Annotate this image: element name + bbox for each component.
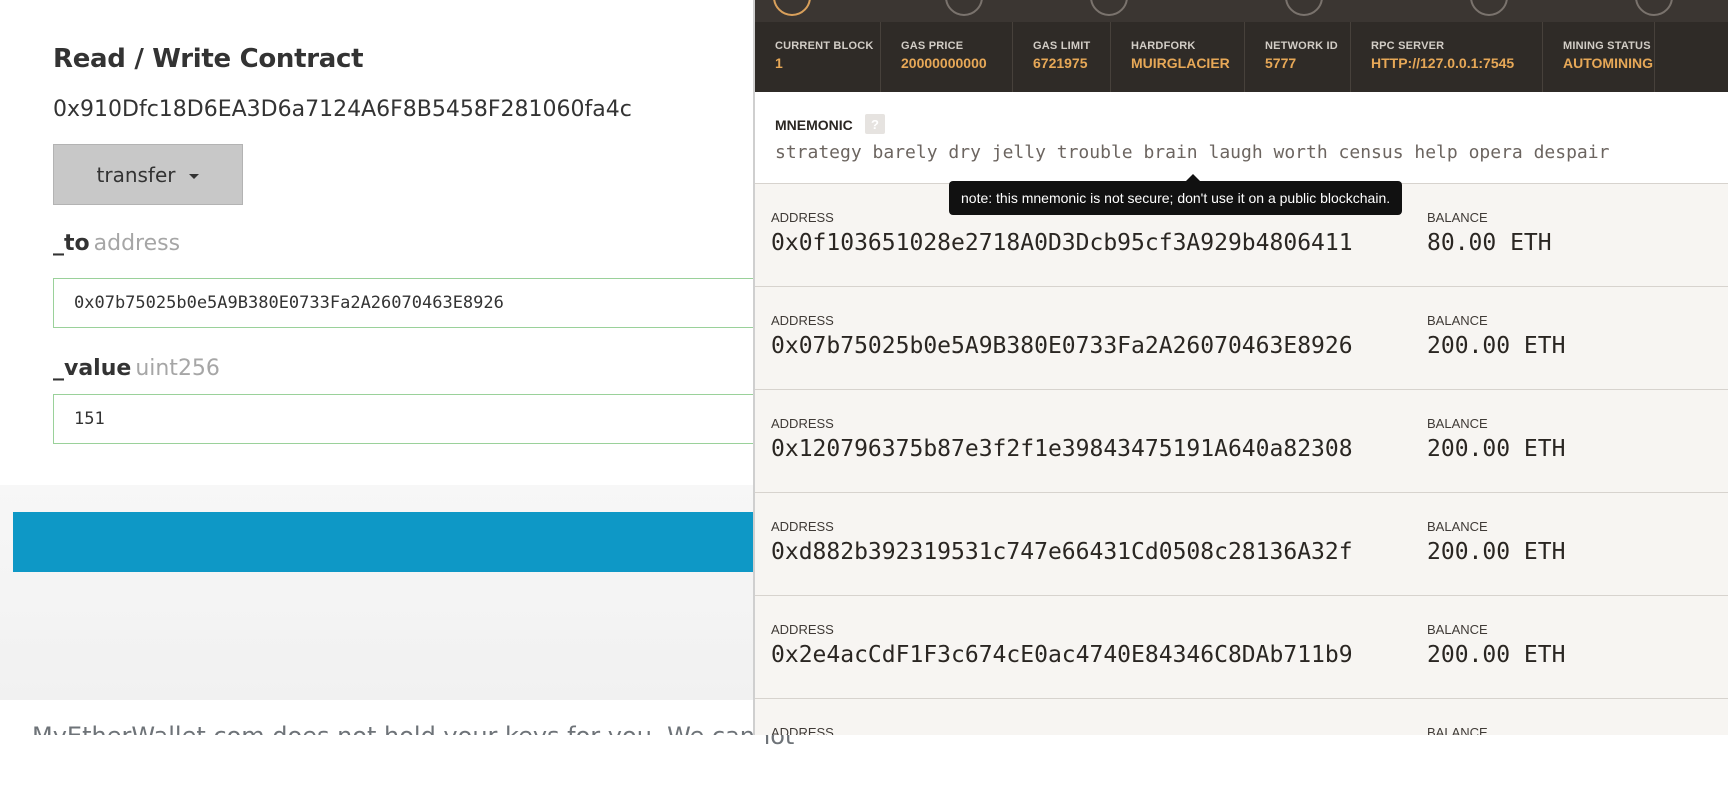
status-bar: CURRENT BLOCK 1 GAS PRICE 20000000000 GA… — [755, 22, 1728, 92]
account-row[interactable]: ADDRESS BALANCE 0x07b75025b0e5A9B380E073… — [755, 287, 1728, 390]
stat-network-id: NETWORK ID 5777 — [1245, 22, 1351, 92]
stat-value: HTTP://127.0.0.1:7545 — [1371, 55, 1515, 71]
contract-panel: Read / Write Contract 0x910Dfc18D6EA3D6a… — [0, 0, 773, 485]
account-balance: 200.00 ETH — [1427, 539, 1566, 565]
account-balance: 200.00 ETH — [1427, 333, 1566, 359]
events-nav-icon[interactable] — [1470, 0, 1508, 16]
function-select-button[interactable]: transfer — [53, 144, 243, 205]
address-label: ADDRESS — [771, 210, 834, 225]
logs-nav-icon[interactable] — [1635, 0, 1673, 16]
stat-label: RPC SERVER — [1371, 40, 1445, 52]
account-row-partial[interactable]: ADDRESS BALANCE — [755, 699, 1728, 735]
stat-gas-limit: GAS LIMIT 6721975 — [1013, 22, 1111, 92]
value-input[interactable]: 151 — [53, 394, 773, 444]
stat-value: 6721975 — [1033, 55, 1088, 71]
param-label-to: _to address — [53, 231, 180, 256]
balance-label: BALANCE — [1427, 725, 1488, 735]
blocks-nav-icon[interactable] — [945, 0, 983, 16]
param-name: _value — [53, 356, 132, 381]
account-balance: 200.00 ETH — [1427, 436, 1566, 462]
accounts-list: ADDRESS BALANCE 0x0f103651028e2718A0D3Dc… — [755, 184, 1728, 735]
stat-mining-status: MINING STATUS AUTOMINING — [1543, 22, 1655, 92]
param-type: address — [93, 231, 181, 256]
ganache-window: CURRENT BLOCK 1 GAS PRICE 20000000000 GA… — [753, 0, 1728, 735]
stat-label: CURRENT BLOCK — [775, 40, 874, 52]
account-address: 0xd882b392319531c747e66431Cd0508c28136A3… — [771, 539, 1353, 565]
param-label-value: _value uint256 — [53, 356, 220, 381]
stat-label: GAS LIMIT — [1033, 40, 1091, 52]
account-address: 0x120796375b87e3f2f1e39843475191A640a823… — [771, 436, 1353, 462]
account-row[interactable]: ADDRESS BALANCE 0x120796375b87e3f2f1e398… — [755, 390, 1728, 493]
balance-label: BALANCE — [1427, 519, 1488, 534]
address-label: ADDRESS — [771, 313, 834, 328]
param-type: uint256 — [135, 356, 220, 381]
stat-value: MUIRGLACIER — [1131, 55, 1230, 71]
transactions-nav-icon[interactable] — [1090, 0, 1128, 16]
balance-label: BALANCE — [1427, 210, 1488, 225]
panel-title: Read / Write Contract — [53, 44, 364, 74]
balance-label: BALANCE — [1427, 622, 1488, 637]
mnemonic-panel: MNEMONIC ? strategy barely dry jelly tro… — [755, 92, 1728, 184]
mnemonic-words: strategy barely dry jelly trouble brain … — [775, 142, 1610, 163]
stat-value: 20000000000 — [901, 55, 987, 71]
balance-label: BALANCE — [1427, 313, 1488, 328]
stat-value: 5777 — [1265, 55, 1297, 71]
contracts-nav-icon[interactable] — [1285, 0, 1323, 16]
stat-value: AUTOMINING — [1563, 55, 1653, 71]
account-row[interactable]: ADDRESS BALANCE 0x2e4acCdF1F3c674cE0ac47… — [755, 596, 1728, 699]
param-name: _to — [53, 231, 90, 256]
address-label: ADDRESS — [771, 622, 834, 637]
address-label: ADDRESS — [771, 416, 834, 431]
address-label: ADDRESS — [771, 519, 834, 534]
ganache-nav-bar — [755, 0, 1728, 22]
stat-label: GAS PRICE — [901, 40, 964, 52]
stat-rpc-server: RPC SERVER HTTP://127.0.0.1:7545 — [1351, 22, 1543, 92]
account-row[interactable]: ADDRESS BALANCE 0xd882b392319531c747e664… — [755, 493, 1728, 596]
contract-address: 0x910Dfc18D6EA3D6a7124A6F8B5458F281060fa… — [53, 97, 632, 122]
accounts-nav-icon[interactable] — [773, 0, 811, 16]
stat-gas-price: GAS PRICE 20000000000 — [881, 22, 1013, 92]
footer-mask — [0, 735, 760, 795]
mnemonic-tooltip: note: this mnemonic is not secure; don't… — [949, 181, 1403, 215]
stat-label: HARDFORK — [1131, 40, 1196, 52]
stat-label: MINING STATUS — [1563, 40, 1651, 52]
account-address: 0x0f103651028e2718A0D3Dcb95cf3A929b48064… — [771, 230, 1353, 256]
mnemonic-label: MNEMONIC — [775, 117, 853, 133]
to-address-input[interactable]: 0x07b75025b0e5A9B380E0733Fa2A26070463E89… — [53, 278, 773, 328]
caret-down-icon — [189, 173, 200, 179]
function-select-label: transfer — [96, 162, 176, 187]
write-button[interactable] — [13, 512, 753, 572]
stat-hardfork: HARDFORK MUIRGLACIER — [1111, 22, 1245, 92]
account-balance: 80.00 ETH — [1427, 230, 1552, 256]
stat-label: NETWORK ID — [1265, 40, 1338, 52]
balance-label: BALANCE — [1427, 416, 1488, 431]
account-address: 0x2e4acCdF1F3c674cE0ac4740E84346C8DAb711… — [771, 642, 1353, 668]
account-balance: 200.00 ETH — [1427, 642, 1566, 668]
stat-current-block: CURRENT BLOCK 1 — [755, 22, 881, 92]
address-label: ADDRESS — [771, 725, 834, 735]
stat-value: 1 — [775, 55, 783, 71]
help-icon[interactable]: ? — [865, 114, 885, 134]
account-address: 0x07b75025b0e5A9B380E0733Fa2A26070463E89… — [771, 333, 1353, 359]
